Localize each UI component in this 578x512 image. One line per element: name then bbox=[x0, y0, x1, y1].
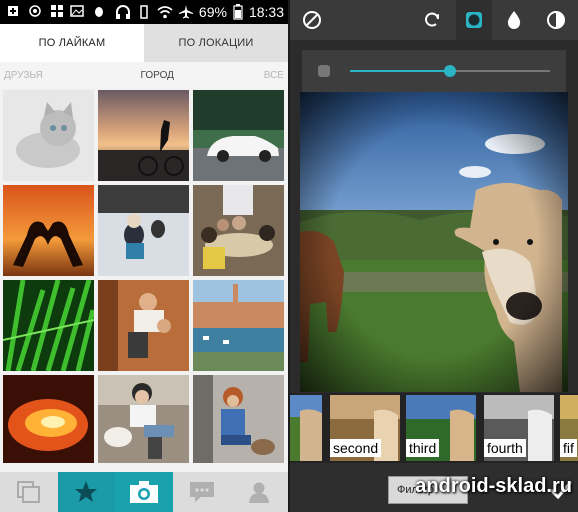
bottom-navigation bbox=[0, 472, 288, 512]
editor-screen: second third fourth fif Фильтр bbox=[290, 0, 578, 512]
notification-icon bbox=[8, 6, 18, 16]
filter-label-fourth: fourth bbox=[484, 439, 526, 457]
tab-bar: ПО ЛАЙКАМ ПО ЛОКАЦИИ bbox=[0, 24, 288, 62]
frame-icon bbox=[466, 12, 482, 28]
nav-gallery[interactable] bbox=[0, 472, 58, 512]
photo-thumb-girl-cat[interactable] bbox=[193, 375, 284, 463]
gallery-icon bbox=[16, 481, 40, 503]
filter-friends[interactable]: ДРУЗЬЯ bbox=[4, 70, 43, 81]
image-notification-icon bbox=[70, 5, 84, 17]
frame-small-icon bbox=[318, 65, 330, 77]
no-filter-icon bbox=[303, 11, 321, 29]
nav-messages[interactable] bbox=[173, 472, 231, 512]
battery-percent: 69% bbox=[198, 4, 227, 20]
color-button[interactable] bbox=[496, 0, 532, 40]
status-right-group: 69% 18:33 bbox=[115, 0, 284, 24]
filter-label-fifth: fif bbox=[560, 439, 577, 457]
clock: 18:33 bbox=[248, 4, 284, 20]
edited-photo-cows bbox=[300, 92, 568, 392]
filter-thumb-fifth[interactable]: fif bbox=[560, 395, 578, 461]
tab-by-likes[interactable]: ПО ЛАЙКАМ bbox=[0, 24, 144, 62]
headset-icon bbox=[115, 5, 130, 19]
no-filter-button[interactable] bbox=[294, 0, 330, 40]
filter-thumb-second[interactable]: second bbox=[330, 395, 400, 461]
bug-icon bbox=[95, 7, 103, 17]
photo-thumb-harbor-town[interactable] bbox=[193, 280, 284, 371]
filter-thumb-fourth[interactable]: fourth bbox=[484, 395, 554, 461]
camera-icon bbox=[129, 481, 158, 503]
photo-thumb-car[interactable] bbox=[193, 90, 284, 181]
nav-favorites[interactable] bbox=[57, 472, 116, 512]
filter-label-third: third bbox=[406, 439, 440, 457]
vibrate-icon bbox=[140, 5, 148, 19]
adjust-slider-panel bbox=[302, 50, 566, 92]
editor-toolbar bbox=[290, 0, 578, 40]
grid-icon bbox=[51, 5, 63, 17]
nav-camera[interactable] bbox=[115, 472, 173, 512]
nav-profile[interactable] bbox=[230, 472, 288, 512]
airplane-icon bbox=[178, 5, 193, 19]
drop-icon bbox=[507, 11, 521, 29]
feed-screen: 69% 18:33 ПО ЛАЙКАМ ПО ЛОКАЦИИ ДРУЗЬЯ ГО… bbox=[0, 0, 288, 512]
watermark-text: android-sklad.ru bbox=[415, 475, 572, 497]
chat-icon bbox=[189, 482, 214, 502]
filter-all[interactable]: ВСЕ bbox=[264, 70, 284, 81]
star-icon bbox=[75, 481, 98, 502]
profile-icon bbox=[249, 482, 270, 503]
filter-thumb-third[interactable]: third bbox=[406, 395, 476, 461]
frame-button[interactable] bbox=[456, 0, 492, 40]
photo-thumb-grass[interactable] bbox=[3, 280, 94, 371]
satellite-icon bbox=[29, 5, 41, 17]
photo-thumb-pillow-fight[interactable] bbox=[98, 280, 189, 371]
rotate-button[interactable] bbox=[414, 0, 450, 40]
filter-filmstrip: second third fourth fif bbox=[290, 393, 578, 463]
filter-label-second: second bbox=[330, 439, 382, 457]
status-bar: 69% 18:33 bbox=[0, 0, 288, 24]
photo-thumb-snow-kids[interactable] bbox=[98, 185, 189, 276]
rotate-icon bbox=[425, 12, 439, 27]
photo-thumb-sunset-cyclist[interactable] bbox=[98, 90, 189, 181]
tab-by-location[interactable]: ПО ЛОКАЦИИ bbox=[144, 24, 288, 62]
slider-thumb[interactable] bbox=[444, 65, 456, 77]
slider-fill bbox=[350, 70, 450, 72]
scope-filter-bar: ДРУЗЬЯ ГОРОД ВСЕ bbox=[0, 62, 288, 88]
photo-thumb-fire[interactable] bbox=[3, 375, 94, 463]
filter-city[interactable]: ГОРОД bbox=[141, 70, 174, 81]
contrast-button[interactable] bbox=[538, 0, 574, 40]
photo-thumb-heart-hands[interactable] bbox=[3, 185, 94, 276]
filter-thumb-first[interactable] bbox=[290, 395, 322, 461]
photo-thumb-cat[interactable] bbox=[3, 90, 94, 181]
wifi-icon bbox=[157, 6, 173, 19]
battery-icon bbox=[233, 4, 243, 20]
photo-thumb-dinner-group[interactable] bbox=[193, 185, 284, 276]
photo-grid bbox=[3, 90, 285, 470]
photo-thumb-woman-dog[interactable] bbox=[98, 375, 189, 463]
contrast-icon bbox=[547, 11, 565, 29]
